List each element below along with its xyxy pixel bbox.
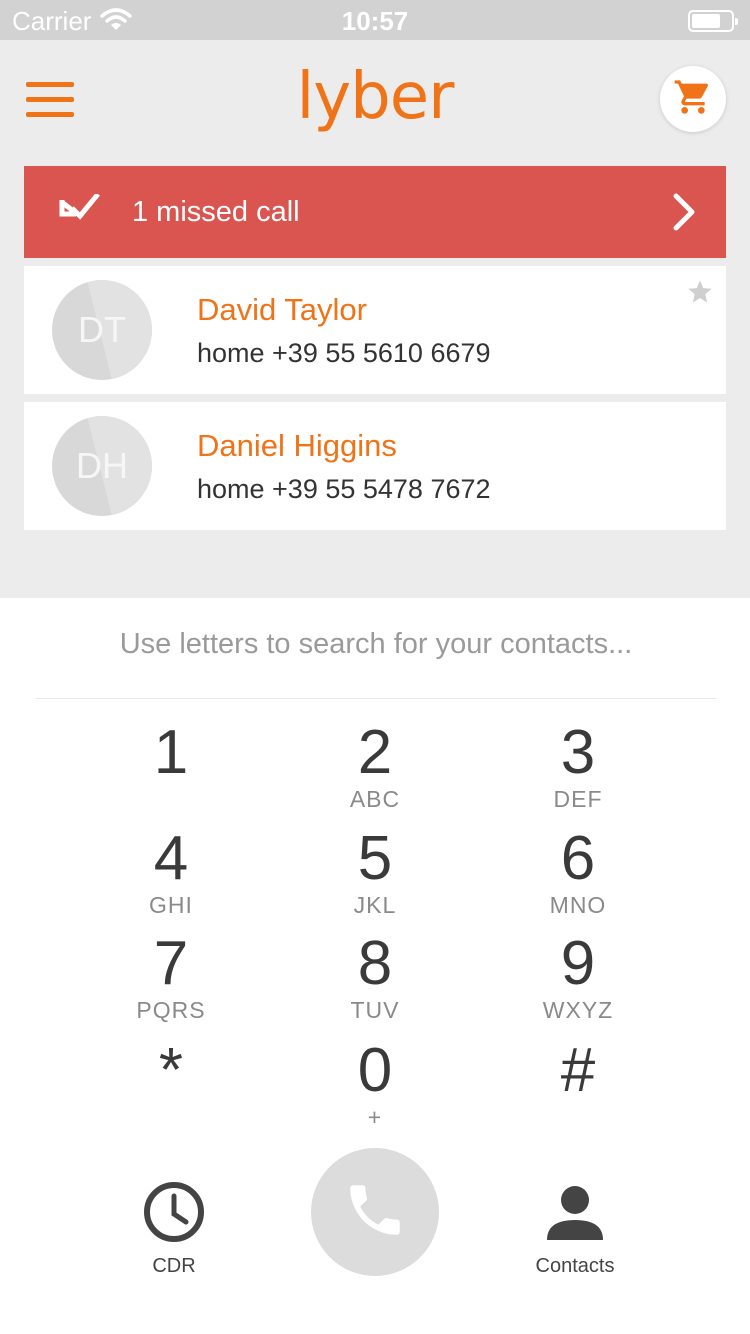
missed-call-icon [58,192,102,233]
missed-call-text: 1 missed call [132,196,300,228]
cart-icon [673,77,713,122]
dial-key-5[interactable]: 5 JKL [285,826,465,919]
header-area: lyber 1 missed call DT David Taylor home… [0,40,750,598]
star-icon[interactable] [686,278,714,311]
contact-phone: home +39 55 5610 6679 [197,338,491,368]
avatar: DT [52,280,152,380]
dial-key-3[interactable]: 3 DEF [488,720,668,813]
avatar: DH [52,416,152,516]
missed-call-banner[interactable]: 1 missed call [24,166,726,258]
dial-key-1[interactable]: 1 [81,720,261,786]
clock-icon [142,1182,206,1248]
contact-name: Daniel Higgins [197,428,397,463]
person-icon [543,1186,607,1248]
dial-key-8[interactable]: 8 TUV [285,931,465,1024]
divider [36,698,716,699]
contacts-button[interactable]: Contacts [520,1180,630,1278]
brand-logo-text: lyber [296,60,455,134]
contact-name: David Taylor [197,292,368,327]
contact-card[interactable]: DT David Taylor home +39 55 5610 6679 [24,266,726,394]
dial-key-4[interactable]: 4 GHI [81,826,261,919]
contact-phone: home +39 55 5478 7672 [197,474,491,504]
cdr-button[interactable]: CDR [124,1180,224,1278]
search-hint[interactable]: Use letters to search for your contacts.… [36,628,716,661]
phone-icon [342,1177,408,1248]
dial-key-7[interactable]: 7 PQRS [81,931,261,1024]
dial-key-9[interactable]: 9 WXYZ [488,931,668,1024]
status-bar: Carrier 10:57 [0,0,750,40]
cart-button[interactable] [660,66,726,132]
dial-key-6[interactable]: 6 MNO [488,826,668,919]
dial-key-star[interactable]: * [81,1038,261,1104]
contacts-label: Contacts [535,1255,615,1277]
contact-card[interactable]: DH Daniel Higgins home +39 55 5478 7672 [24,402,726,530]
battery-icon [688,10,738,32]
chevron-right-icon [672,192,698,237]
call-button[interactable] [311,1148,439,1276]
cdr-label: CDR [152,1255,196,1277]
dial-key-2[interactable]: 2 ABC [285,720,465,813]
dial-key-0[interactable]: 0 + [285,1038,465,1131]
status-time: 10:57 [341,6,409,36]
dial-key-hash[interactable]: # [488,1038,668,1104]
logo: lyber [0,60,750,134]
